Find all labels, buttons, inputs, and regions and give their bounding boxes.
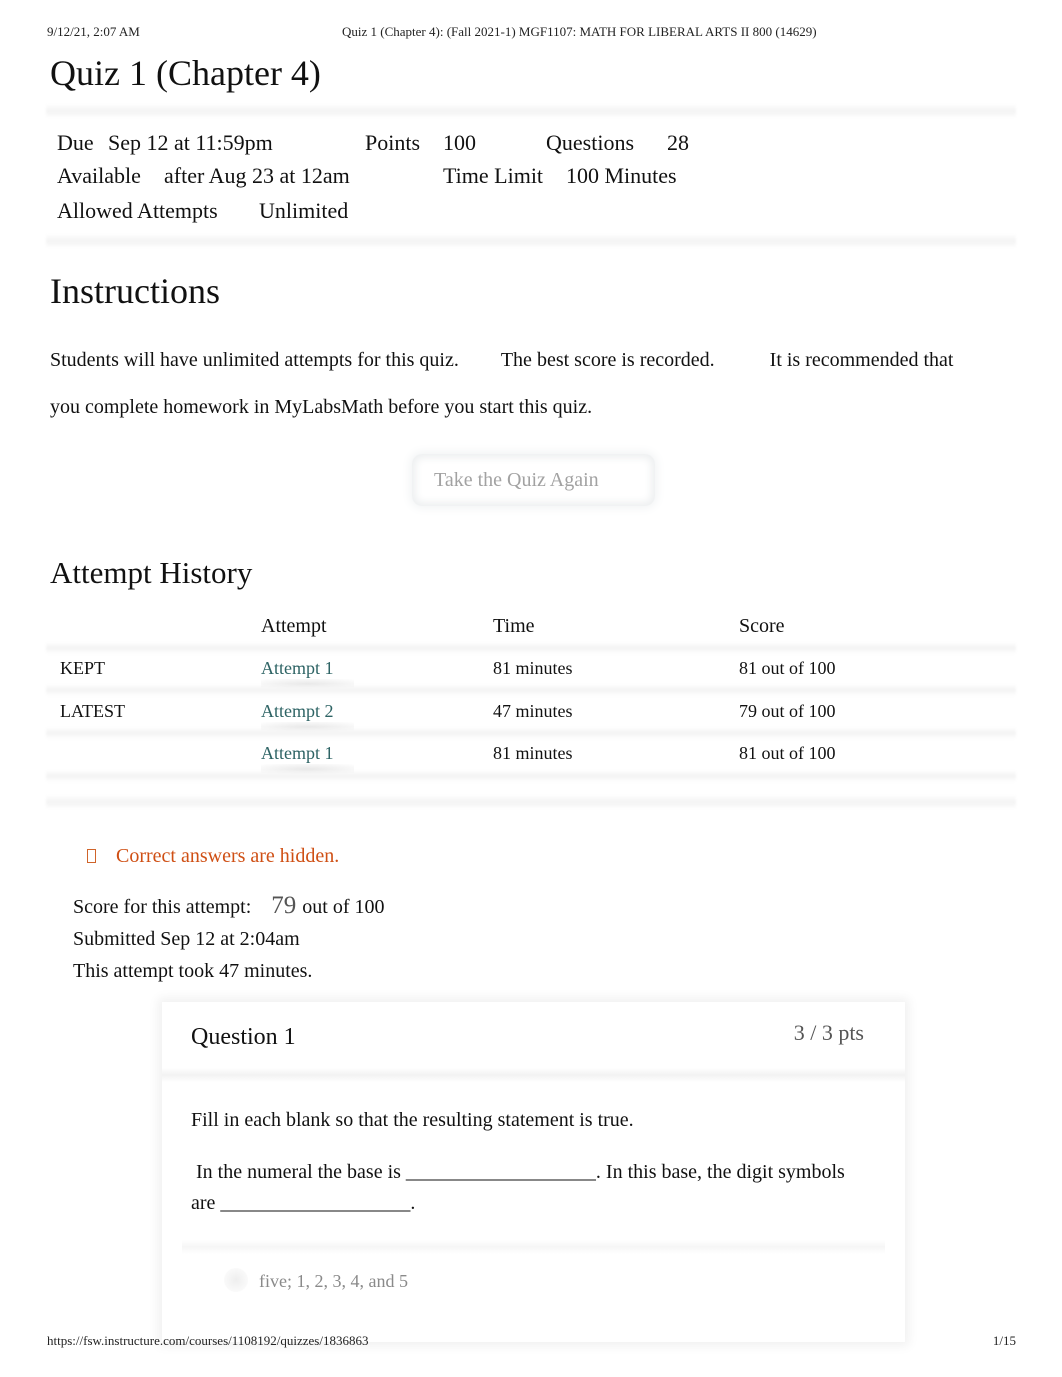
time-limit-value: 100 Minutes (566, 163, 677, 188)
print-date: 9/12/21, 2:07 AM (47, 24, 140, 39)
attempt-score: 79 out of 100 (739, 701, 836, 721)
questions-value: 28 (667, 130, 689, 155)
instructions-text: Students will have unlimited attempts fo… (50, 337, 1010, 431)
attempt-time: 81 minutes (493, 743, 573, 763)
question-prompt: Fill in each blank so that the resulting… (191, 1109, 634, 1131)
available-label: Available (57, 163, 141, 188)
attempt-time: 47 minutes (493, 701, 573, 721)
take-quiz-again-button[interactable]: Take the Quiz Again (412, 454, 655, 506)
instruction-sentence: you complete homework in MyLabsMath befo… (50, 396, 593, 418)
divider (162, 1068, 905, 1082)
divider (46, 234, 1016, 248)
score-line: Score for this attempt: 79 out of 100 (73, 890, 385, 923)
attempt-tag: KEPT (60, 658, 105, 678)
notice-text: Correct answers are hidden. (116, 845, 340, 867)
print-document-title: Quiz 1 (Chapter 4): (Fall 2021-1) MGF110… (342, 24, 817, 39)
available-value: after Aug 23 at 12am (164, 163, 350, 188)
attempt-time: 81 minutes (493, 658, 573, 678)
column-header-attempt: Attempt (261, 615, 327, 637)
time-limit-label: Time Limit (443, 163, 544, 188)
question-header: Question 1 3 / 3 pts (162, 1002, 905, 1074)
attempt-history-heading: Attempt History (50, 555, 253, 590)
due-value: Sep 12 at 11:59pm (108, 130, 273, 155)
attempt-tag: LATEST (60, 701, 125, 721)
question-body: Fill in each blank so that the resulting… (191, 1105, 865, 1240)
attempt-link[interactable]: Attempt 1 (261, 658, 353, 689)
attempt-link[interactable]: Attempt 1 (261, 743, 353, 774)
score-suffix: out of 100 (302, 896, 385, 918)
answer-text: five; 1, 2, 3, 4, and 5 (259, 1271, 408, 1291)
points-value: 100 (443, 130, 476, 155)
instruction-sentence: Students will have unlimited attempts fo… (50, 349, 459, 371)
divider (46, 727, 1016, 739)
due-label: Due (57, 130, 94, 155)
divider (46, 684, 1016, 696)
instruction-sentence: It is recommended that (769, 349, 954, 371)
divider (46, 770, 1016, 782)
attempt-score: 81 out of 100 (739, 658, 836, 678)
score-value: 79 (271, 892, 297, 919)
column-header-time: Time (493, 615, 535, 637)
print-url: https://fsw.instructure.com/courses/1108… (47, 1333, 369, 1348)
page-number: 1/15 (992, 1333, 1016, 1348)
instruction-sentence: The best score is recorded. (500, 349, 715, 371)
question-statement: In the numeral the base is _____________… (191, 1161, 850, 1214)
attempt-link[interactable]: Attempt 2 (261, 701, 353, 732)
question-points: 3 / 3 pts (793, 1020, 864, 1045)
column-header-score: Score (739, 615, 785, 637)
warning-icon (87, 849, 96, 863)
attempt-score: 81 out of 100 (739, 743, 836, 763)
question-title: Question 1 (191, 1024, 296, 1050)
divider (46, 104, 1016, 118)
attempt-summary: Score for this attempt: 79 out of 100 Subm… (73, 890, 385, 987)
question-card: Question 1 3 / 3 pts Fill in each blank … (162, 1002, 905, 1342)
questions-label: Questions (546, 130, 634, 155)
divider (182, 1240, 885, 1254)
divider (46, 795, 1016, 809)
score-label: Score for this attempt: (73, 896, 252, 918)
points-label: Points (365, 130, 421, 155)
allowed-attempts-value: Unlimited (259, 198, 349, 223)
allowed-attempts-label: Allowed Attempts (57, 198, 218, 223)
correct-answers-hidden-notice: Correct answers are hidden. (87, 845, 339, 868)
page-title: Quiz 1 (Chapter 4) (50, 53, 321, 93)
submitted-text: Submitted Sep 12 at 2:04am (73, 928, 300, 950)
instructions-heading: Instructions (50, 271, 220, 311)
duration-text: This attempt took 47 minutes. (73, 960, 313, 982)
answer-radio[interactable] (224, 1268, 248, 1292)
divider (46, 642, 1016, 654)
